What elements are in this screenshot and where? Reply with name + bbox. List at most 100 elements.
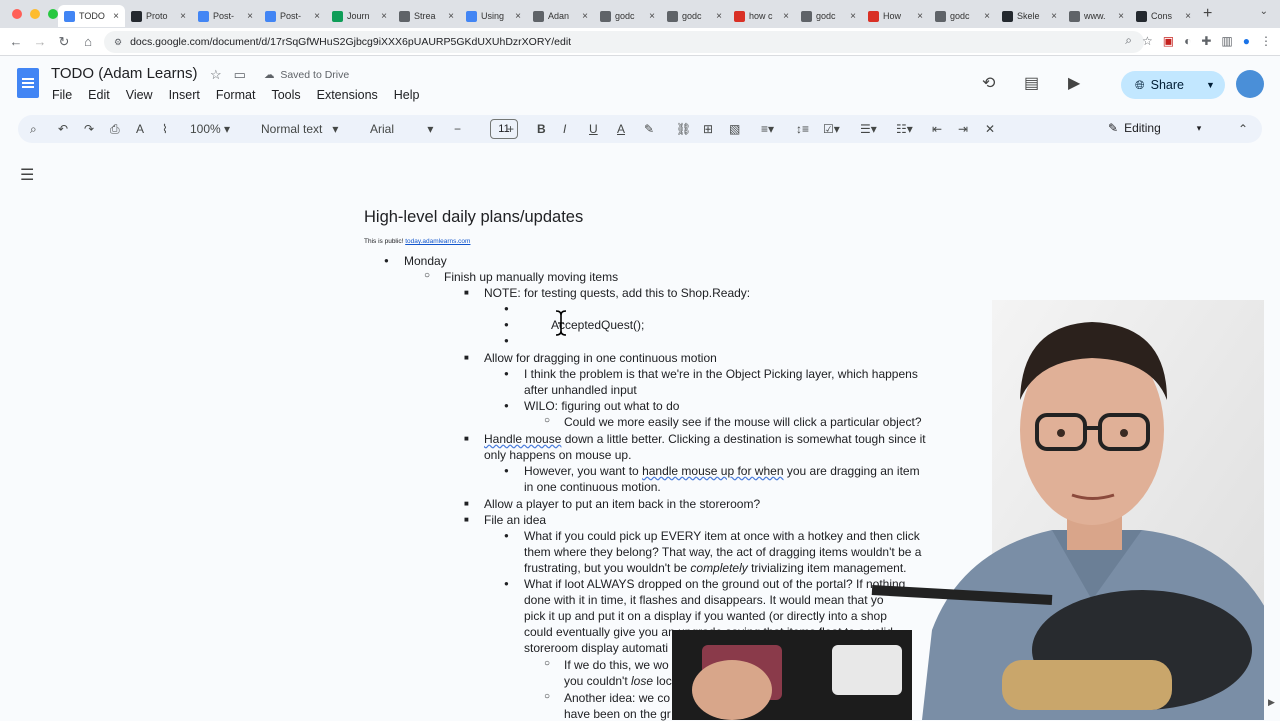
close-tab-icon[interactable]: × xyxy=(1185,11,1191,22)
version-history-icon[interactable]: ⟲ xyxy=(982,73,995,93)
print-icon[interactable]: ⎙ xyxy=(110,122,120,137)
browser-tab[interactable]: How × xyxy=(862,5,929,27)
zoom-select[interactable]: 100% ▾ xyxy=(190,122,230,136)
menu-edit[interactable]: Edit xyxy=(88,88,110,102)
close-tab-icon[interactable]: × xyxy=(180,11,186,22)
close-tab-icon[interactable]: × xyxy=(113,11,119,22)
line-spacing-icon[interactable]: ↕≡ xyxy=(796,122,809,136)
list-item[interactable]: in one continuous motion. xyxy=(524,480,661,494)
page-heading[interactable]: High-level daily plans/updates xyxy=(364,208,583,227)
decrease-indent-icon[interactable]: ⇤ xyxy=(932,122,942,136)
browser-tab[interactable]: Journ × xyxy=(326,5,393,27)
menu-insert[interactable]: Insert xyxy=(169,88,200,102)
document-outline-icon[interactable]: ☰ xyxy=(20,165,34,185)
close-tab-icon[interactable]: × xyxy=(1051,11,1057,22)
font-select[interactable]: Arial ▾ xyxy=(370,122,433,136)
close-tab-icon[interactable]: × xyxy=(314,11,320,22)
meet-icon[interactable]: ▶ xyxy=(1068,73,1080,93)
italic-icon[interactable]: I xyxy=(563,122,566,136)
undo-icon[interactable]: ↶ xyxy=(58,122,68,136)
align-icon[interactable]: ≡▾ xyxy=(761,122,774,136)
list-item[interactable]: you couldn't lose loc xyxy=(564,674,672,688)
chrome-menu-icon[interactable]: ⋮ xyxy=(1260,34,1272,48)
list-item[interactable]: Another idea: we co xyxy=(564,691,670,705)
close-tab-icon[interactable]: × xyxy=(783,11,789,22)
increase-font-size-icon[interactable]: + xyxy=(507,122,514,136)
move-folder-icon[interactable]: ▭ xyxy=(234,67,246,83)
url-bar[interactable]: ⚙ docs.google.com/document/d/17rSqGfWHuS… xyxy=(104,31,1144,53)
browser-tab[interactable]: Using × xyxy=(460,5,527,27)
paint-format-icon[interactable]: ⌇ xyxy=(162,122,168,136)
search-menus-icon[interactable]: ⌕ xyxy=(30,122,37,137)
bold-icon[interactable]: B xyxy=(537,122,546,136)
bulleted-list-icon[interactable]: ☰▾ xyxy=(860,122,877,136)
close-tab-icon[interactable]: × xyxy=(850,11,856,22)
spellcheck-icon[interactable]: A xyxy=(136,122,144,136)
close-tab-icon[interactable]: × xyxy=(649,11,655,22)
checklist-icon[interactable]: ☑▾ xyxy=(823,122,840,136)
browser-tab[interactable]: Post- × xyxy=(192,5,259,27)
browser-tab[interactable]: www. × xyxy=(1063,5,1130,27)
numbered-list-icon[interactable]: ☷▾ xyxy=(896,122,913,136)
browser-tab[interactable]: Cons × xyxy=(1130,5,1197,27)
decrease-font-size-icon[interactable]: − xyxy=(454,122,461,136)
close-tab-icon[interactable]: × xyxy=(716,11,722,22)
menu-format[interactable]: Format xyxy=(216,88,256,102)
browser-tab[interactable]: godc × xyxy=(661,5,728,27)
public-note[interactable]: This is public! today.adamlearns.com xyxy=(364,238,470,245)
browser-tab[interactable]: Post- × xyxy=(259,5,326,27)
vertical-scrollbar[interactable]: ▶ xyxy=(1264,150,1280,720)
comments-icon[interactable]: ▤ xyxy=(1024,73,1039,93)
list-item[interactable]: Monday xyxy=(404,254,447,268)
back-icon[interactable]: ← xyxy=(4,34,28,49)
tab-search-icon[interactable]: ⌄ xyxy=(1260,6,1268,17)
insert-link-icon[interactable]: ⛓ xyxy=(676,122,691,136)
close-tab-icon[interactable]: × xyxy=(515,11,521,22)
reload-icon[interactable]: ↻ xyxy=(52,34,76,50)
browser-tab[interactable]: Skele × xyxy=(996,5,1063,27)
close-tab-icon[interactable]: × xyxy=(984,11,990,22)
editing-mode-select[interactable]: ✎ Editing ▾ xyxy=(1108,121,1201,135)
list-item[interactable]: after unhandled input xyxy=(524,383,637,397)
forward-icon[interactable]: → xyxy=(28,34,52,49)
profile-avatar-icon[interactable]: ● xyxy=(1243,34,1250,48)
text-color-icon[interactable]: A xyxy=(617,122,625,136)
list-item[interactable]: WILO: figuring out what to do xyxy=(524,399,679,413)
browser-tab[interactable]: Adan × xyxy=(527,5,594,27)
menu-help[interactable]: Help xyxy=(394,88,420,102)
underline-icon[interactable]: U xyxy=(589,122,598,136)
site-info-icon[interactable]: ⚙ xyxy=(114,37,122,48)
extension-icon-mask[interactable]: ◐ xyxy=(1184,34,1191,48)
style-select[interactable]: Normal text ▾ xyxy=(261,122,338,136)
chevron-down-icon[interactable]: ▼ xyxy=(1206,80,1215,90)
docs-home-icon[interactable] xyxy=(17,68,39,98)
increase-indent-icon[interactable]: ⇥ xyxy=(958,122,968,136)
add-comment-icon[interactable]: ⊞ xyxy=(703,122,713,136)
hide-menus-icon[interactable]: ⌃ xyxy=(1238,122,1248,136)
close-tab-icon[interactable]: × xyxy=(381,11,387,22)
close-tab-icon[interactable]: × xyxy=(1118,11,1124,22)
list-item[interactable]: If we do this, we wo xyxy=(564,658,669,672)
maximize-window-button[interactable] xyxy=(48,9,58,19)
document-title[interactable]: TODO (Adam Learns) xyxy=(51,65,197,82)
extension-icon-red[interactable]: ▣ xyxy=(1163,34,1174,48)
scrollbar-thumb[interactable] xyxy=(1269,150,1275,190)
browser-tab[interactable]: TODO × xyxy=(58,5,125,27)
list-item[interactable]: Finish up manually moving items xyxy=(444,270,618,284)
menu-tools[interactable]: Tools xyxy=(271,88,300,102)
minimize-window-button[interactable] xyxy=(30,9,40,19)
redo-icon[interactable]: ↷ xyxy=(84,122,94,136)
insert-image-icon[interactable]: ▧ xyxy=(729,122,740,136)
browser-tab[interactable]: godc × xyxy=(795,5,862,27)
list-item[interactable]: File an idea xyxy=(484,513,546,527)
close-window-button[interactable] xyxy=(12,9,22,19)
menu-view[interactable]: View xyxy=(126,88,153,102)
menu-file[interactable]: File xyxy=(52,88,72,102)
new-tab-button[interactable]: + xyxy=(1203,5,1212,23)
list-item[interactable]: storeroom display automati xyxy=(524,641,668,655)
scroll-down-icon[interactable]: ▶ xyxy=(1268,697,1275,708)
browser-tab[interactable]: Strea × xyxy=(393,5,460,27)
browser-tab[interactable]: Proto × xyxy=(125,5,192,27)
browser-tab[interactable]: godc × xyxy=(929,5,996,27)
close-tab-icon[interactable]: × xyxy=(582,11,588,22)
